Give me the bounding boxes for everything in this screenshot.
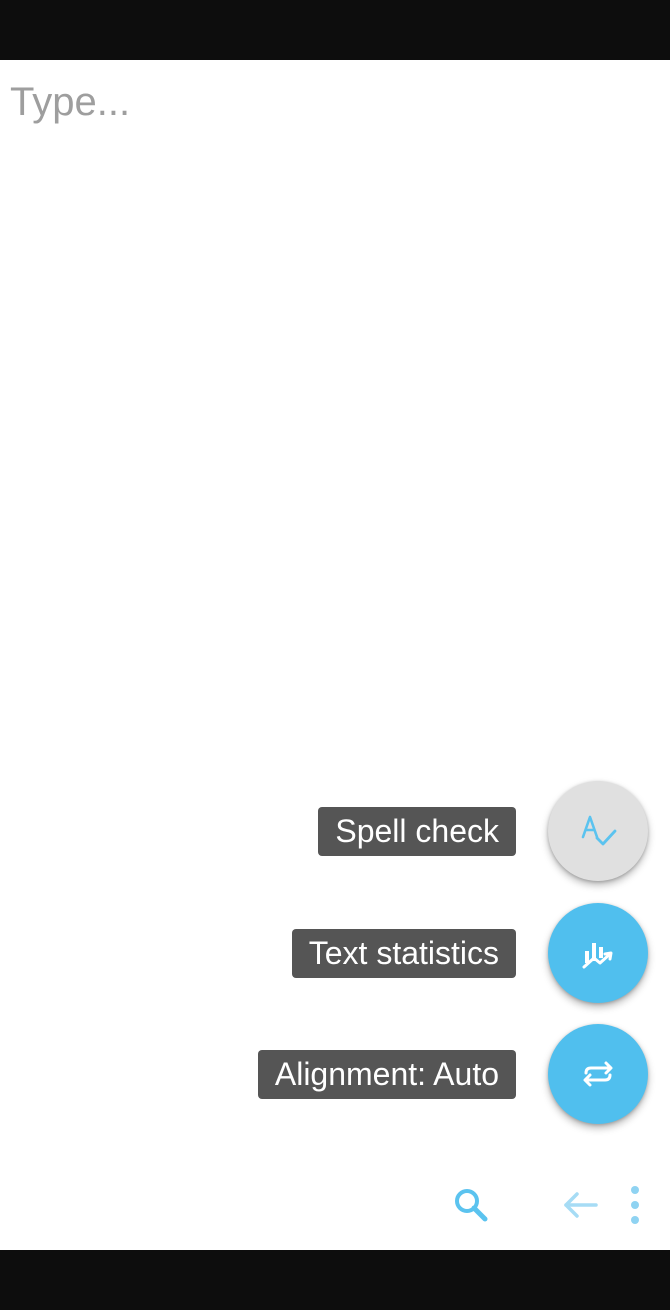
undo-arrow-icon <box>564 1192 598 1218</box>
spell-check-button[interactable] <box>548 781 648 881</box>
spell-check-label[interactable]: Spell check <box>318 807 516 856</box>
chart-icon <box>582 943 613 969</box>
bottom-toolbar <box>0 1170 670 1240</box>
status-bar <box>0 0 670 60</box>
search-button[interactable] <box>446 1180 496 1230</box>
swap-icon <box>583 1061 613 1087</box>
undo-button[interactable] <box>555 1180 605 1230</box>
text-statistics-button[interactable] <box>548 903 648 1003</box>
fab-row-alignment: Alignment: Auto <box>128 1024 648 1124</box>
search-icon <box>455 1189 488 1222</box>
text-statistics-label[interactable]: Text statistics <box>291 929 516 978</box>
more-vert-icon <box>631 1186 639 1224</box>
fab-row-spell-check: Spell check <box>128 781 648 881</box>
alignment-label[interactable]: Alignment: Auto <box>257 1050 516 1099</box>
fab-row-text-statistics: Text statistics <box>128 903 648 1003</box>
navigation-bar <box>0 1250 670 1310</box>
more-options-button[interactable] <box>612 1180 658 1230</box>
alignment-button[interactable] <box>548 1024 648 1124</box>
spell-check-icon <box>581 815 617 846</box>
